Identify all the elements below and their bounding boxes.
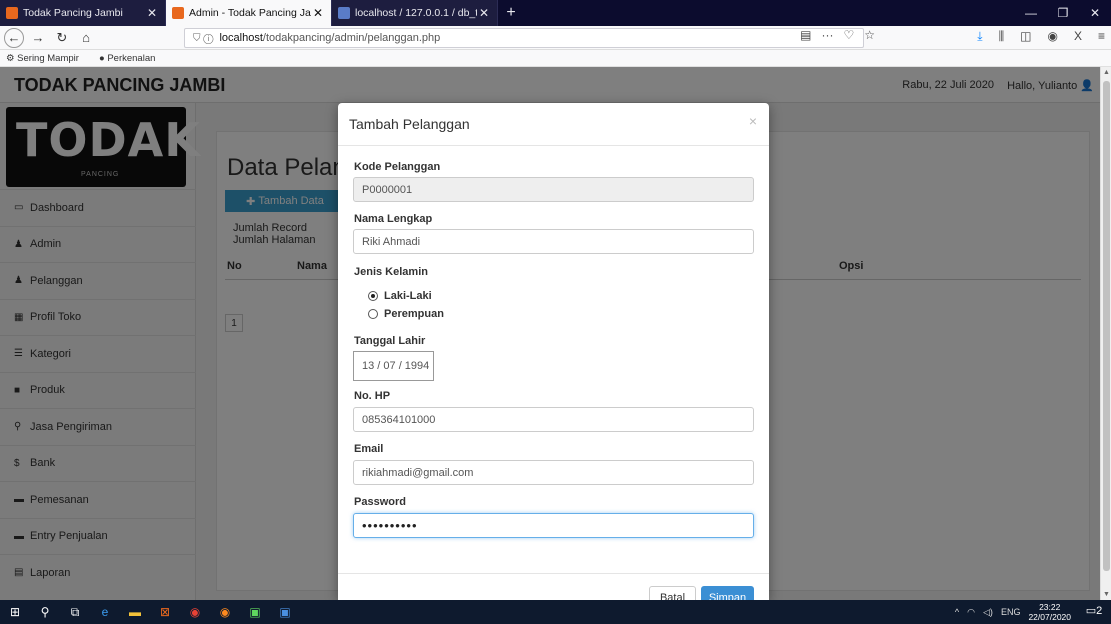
page-scrollbar[interactable]: ▲ ▼: [1100, 67, 1111, 600]
network-icon[interactable]: ◠: [967, 607, 975, 618]
notification-count: 2: [1096, 605, 1103, 617]
tab-todak-pancing[interactable]: Todak Pancing Jambi ✕: [0, 0, 166, 26]
xampp-icon[interactable]: ⊠: [150, 600, 180, 624]
sidebar-toggle-icon[interactable]: ◫: [1020, 29, 1031, 44]
url-path: /todakpancing/admin/pelanggan.php: [262, 32, 441, 44]
back-icon[interactable]: ←: [4, 27, 24, 48]
reader-view-icon[interactable]: ▤: [800, 28, 811, 42]
email-field[interactable]: rikiahmadi@gmail.com: [353, 460, 754, 485]
more-actions-icon[interactable]: ···: [821, 28, 833, 42]
url-actions: ▤ ··· ♡ ☆: [800, 28, 875, 42]
window-controls: — ❐ ✕: [1015, 0, 1111, 26]
modal-footer-divider: [338, 573, 769, 574]
new-tab-button[interactable]: +: [498, 0, 524, 26]
windows-taskbar: ⊞ ⚲ ⧉ e ▬ ⊠ ◉ ◉ ▣ ▣ ^ ◠ ◁) ENG 23:22 22/…: [0, 600, 1111, 624]
task-view-icon[interactable]: ⧉: [60, 600, 90, 624]
clock-date: 22/07/2020: [1028, 612, 1071, 622]
tab-title: localhost / 127.0.0.1 / db_todak: [355, 7, 477, 19]
chrome-icon[interactable]: ◉: [180, 600, 210, 624]
nama-lengkap-field[interactable]: Riki Ahmadi: [353, 229, 754, 254]
browser-nav-bar: ← → ↻ ⌂ ⛉ ⓘ localhost /todakpancing/admi…: [0, 26, 1111, 50]
close-tab-icon[interactable]: ✕: [477, 6, 491, 20]
scroll-up-icon[interactable]: ▲: [1101, 69, 1111, 76]
add-customer-modal: Tambah Pelanggan × Kode Pelanggan P00000…: [338, 103, 769, 600]
radio-laki-laki[interactable]: Laki-Laki: [368, 290, 432, 302]
notification-icon[interactable]: ▭2: [1085, 604, 1103, 620]
bookmarks-bar: ⚙ Sering Mampir ● Perkenalan: [0, 50, 1111, 67]
tanggal-lahir-field[interactable]: 13 / 07 / 1994: [353, 351, 434, 381]
chevron-up-icon[interactable]: ^: [955, 607, 959, 617]
home-icon[interactable]: ⌂: [76, 28, 96, 48]
download-icon[interactable]: ⤓: [977, 29, 982, 44]
bookmark-sering-mampir[interactable]: ⚙ Sering Mampir: [6, 53, 89, 64]
windows-start-icon[interactable]: ⊞: [0, 600, 30, 624]
library-icon[interactable]: ⫼: [999, 29, 1005, 44]
password-label: Password: [354, 496, 406, 508]
cancel-button[interactable]: Batal: [649, 586, 696, 600]
bookmark-star-icon[interactable]: ☆: [864, 28, 875, 42]
jenis-kelamin-label: Jenis Kelamin: [354, 266, 428, 278]
radio-unselected-icon: [368, 309, 378, 319]
browser-tab-bar: Todak Pancing Jambi ✕ Admin - Todak Panc…: [0, 0, 1111, 26]
bookmark-perkenalan[interactable]: ● Perkenalan: [99, 53, 165, 64]
minimize-icon[interactable]: —: [1015, 0, 1047, 26]
url-host: localhost: [219, 32, 263, 44]
tanggal-lahir-label: Tanggal Lahir: [354, 335, 426, 347]
no-hp-field[interactable]: 085364101000: [353, 407, 754, 432]
password-field[interactable]: ••••••••••: [353, 513, 754, 538]
search-icon[interactable]: ⚲: [30, 600, 60, 624]
toolbar-right: ⤓ ⫼ ◫ ◉ X ≡: [977, 29, 1105, 44]
xampp-icon: [6, 7, 18, 19]
word-icon[interactable]: ▣: [270, 600, 300, 624]
close-tab-icon[interactable]: ✕: [145, 6, 159, 20]
url-bar[interactable]: ⛉ ⓘ localhost /todakpancing/admin/pelang…: [184, 28, 864, 48]
tab-title: Todak Pancing Jambi: [23, 7, 123, 19]
kode-label: Kode Pelanggan: [354, 161, 441, 173]
clock[interactable]: 23:22 22/07/2020: [1028, 602, 1071, 622]
edge-icon[interactable]: e: [90, 600, 120, 624]
no-hp-label: No. HP: [354, 390, 391, 402]
kode-pelanggan-field[interactable]: P0000001: [353, 177, 754, 202]
phpmyadmin-icon: [338, 7, 350, 19]
close-icon[interactable]: ×: [749, 113, 757, 129]
menu-icon[interactable]: ≡: [1098, 29, 1105, 44]
system-tray: ^ ◠ ◁) ENG 23:22 22/07/2020: [955, 600, 1071, 624]
tab-title: Admin - Todak Pancing Jambi: [189, 7, 311, 19]
radio-label: Perempuan: [384, 308, 444, 320]
radio-label: Laki-Laki: [384, 290, 432, 302]
radio-perempuan[interactable]: Perempuan: [368, 308, 444, 320]
account-icon[interactable]: ◉: [1047, 29, 1057, 44]
forward-icon[interactable]: →: [28, 28, 48, 48]
dreamweaver-icon[interactable]: ▣: [240, 600, 270, 624]
clock-time: 23:22: [1039, 602, 1061, 612]
reload-icon[interactable]: ↻: [52, 28, 72, 48]
extension-icon[interactable]: X: [1074, 29, 1082, 44]
scroll-down-icon[interactable]: ▼: [1101, 591, 1111, 598]
restore-icon[interactable]: ❐: [1047, 0, 1079, 26]
pocket-icon[interactable]: ♡: [843, 28, 854, 42]
tab-admin[interactable]: Admin - Todak Pancing Jambi ✕: [166, 0, 332, 26]
scrollbar-thumb[interactable]: [1103, 81, 1110, 571]
save-button[interactable]: Simpan: [701, 586, 754, 600]
radio-selected-icon: [368, 291, 378, 301]
file-explorer-icon[interactable]: ▬: [120, 600, 150, 624]
close-tab-icon[interactable]: ✕: [311, 6, 325, 20]
email-label: Email: [354, 443, 384, 455]
tab-phpmyadmin[interactable]: localhost / 127.0.0.1 / db_todak ✕: [332, 0, 498, 26]
close-window-icon[interactable]: ✕: [1079, 0, 1111, 26]
volume-icon[interactable]: ◁): [983, 607, 993, 618]
modal-header: Tambah Pelanggan ×: [338, 103, 769, 146]
xampp-icon: [172, 7, 184, 19]
bookmark-label: Sering Mampir: [17, 52, 79, 64]
shield-icon: ⛉ ⓘ: [193, 32, 214, 44]
firefox-icon[interactable]: ◉: [210, 600, 240, 624]
language-indicator[interactable]: ENG: [1001, 607, 1021, 617]
bookmark-label: Perkenalan: [107, 52, 156, 64]
nama-label: Nama Lengkap: [354, 213, 433, 225]
modal-title: Tambah Pelanggan: [349, 116, 470, 132]
